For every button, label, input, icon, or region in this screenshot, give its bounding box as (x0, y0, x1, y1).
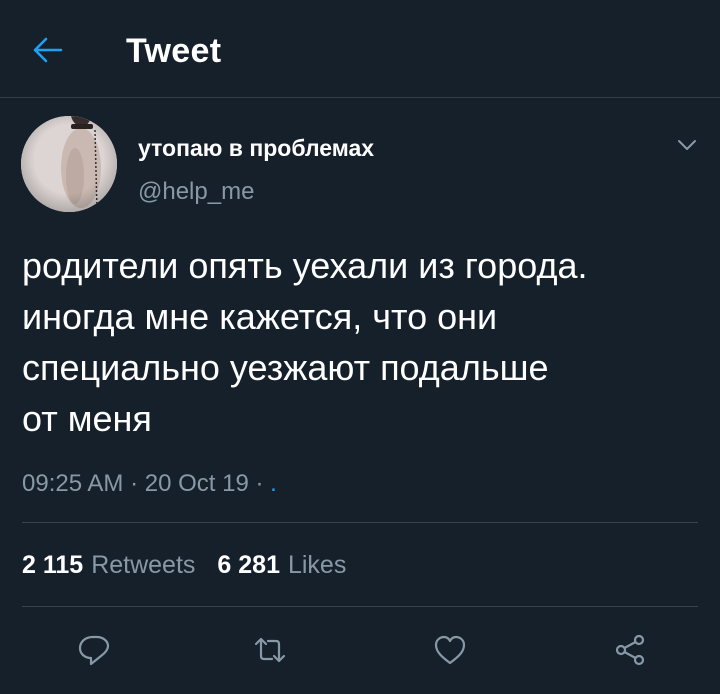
top-bar: Tweet (0, 0, 720, 98)
share-icon (615, 634, 645, 666)
avatar[interactable] (21, 116, 117, 212)
meta-separator: · (130, 470, 139, 497)
retweets-stat[interactable]: 2 115 Retweets (22, 548, 195, 582)
tweet-detail-page: Tweet утопаю в проблемах @help_me родите… (0, 0, 720, 694)
tweet-time: 09:25 AM (22, 470, 124, 497)
likes-stat[interactable]: 6 281 Likes (217, 548, 346, 582)
chevron-down-icon (678, 140, 696, 150)
tweet-text: родители опять уехали из города. иногда … (22, 245, 588, 439)
tweet-date: 20 Oct 19 (144, 470, 249, 497)
engagement-stats: 2 115 Retweets 6 281 Likes (22, 548, 368, 582)
reply-icon (78, 635, 110, 666)
like-icon (434, 635, 466, 665)
retweet-button[interactable] (246, 626, 294, 674)
source-app-link[interactable]: . (270, 470, 277, 497)
arrow-left-icon (33, 37, 63, 63)
more-options-button[interactable] (670, 128, 704, 162)
tweet-timestamp: 09:25 AM · 20 Oct 19 · . (22, 468, 277, 500)
like-button[interactable] (426, 626, 474, 674)
share-button[interactable] (606, 626, 654, 674)
likes-label: Likes (287, 551, 347, 579)
divider (22, 606, 698, 607)
likes-count: 6 281 (217, 551, 280, 579)
avatar-photo (21, 116, 117, 212)
author-handle[interactable]: @help_me (138, 178, 254, 206)
meta-separator: · (255, 470, 264, 497)
reply-button[interactable] (70, 626, 118, 674)
retweets-count: 2 115 (22, 551, 84, 579)
retweets-label: Retweets (91, 551, 196, 579)
divider (22, 522, 698, 523)
author-display-name[interactable]: утопаю в проблемах (138, 134, 374, 162)
page-title: Tweet (126, 32, 222, 70)
retweet-icon (254, 637, 286, 663)
back-button[interactable] (22, 28, 74, 72)
